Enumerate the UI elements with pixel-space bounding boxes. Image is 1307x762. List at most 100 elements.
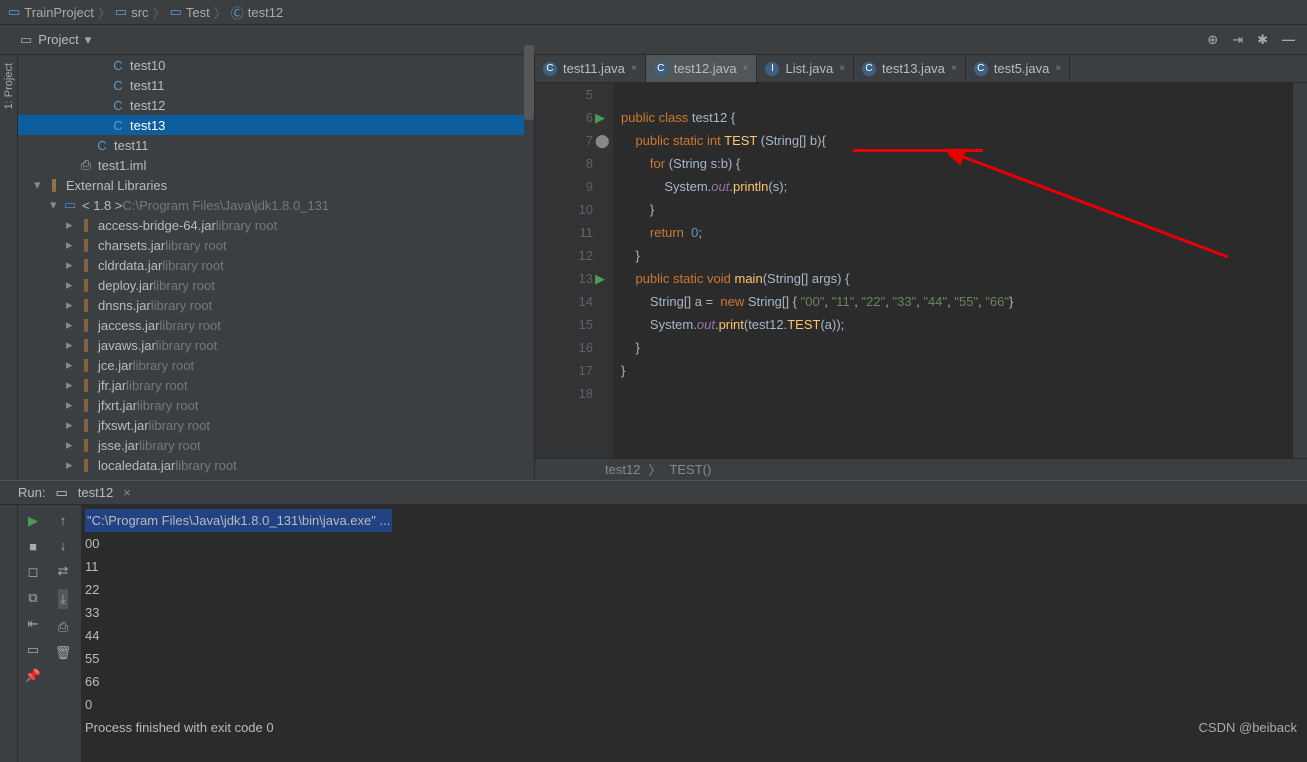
tree-item[interactable]: ▸∥localedata.jar library root bbox=[18, 455, 534, 475]
tree-arrow-icon[interactable]: ▸ bbox=[66, 377, 78, 393]
structure-crumbs: test12 〉 TEST() bbox=[535, 458, 1307, 480]
tree-item[interactable]: ▸∥jaccess.jar library root bbox=[18, 315, 534, 335]
tree-item-hint: library root bbox=[175, 458, 236, 473]
editor-tab[interactable]: Ctest11.java× bbox=[535, 55, 646, 82]
tree-item[interactable]: ▸∥jfxswt.jar library root bbox=[18, 415, 534, 435]
tab-label: List.java bbox=[785, 61, 833, 76]
scroll-icon[interactable]: ⤓ bbox=[58, 589, 68, 609]
tree-item[interactable]: Ctest10 bbox=[18, 55, 534, 75]
editor-tab[interactable]: Ctest12.java× bbox=[646, 55, 758, 82]
crumb[interactable]: test12 bbox=[248, 5, 283, 20]
tree-item-hint: library root bbox=[159, 318, 220, 333]
project-tree[interactable]: Ctest10Ctest11Ctest12Ctest13Ctest11⎙test… bbox=[18, 55, 535, 480]
camera-icon[interactable]: ◻ bbox=[28, 564, 39, 580]
editor-scrollbar[interactable] bbox=[1293, 83, 1307, 458]
tree-arrow-icon[interactable]: ▸ bbox=[66, 237, 78, 253]
crumb[interactable]: src bbox=[131, 5, 148, 20]
class-icon: Ⓒ bbox=[231, 3, 244, 22]
close-icon[interactable]: × bbox=[743, 63, 749, 74]
close-icon[interactable]: × bbox=[1055, 63, 1061, 74]
expand-icon[interactable]: ▭ bbox=[27, 642, 39, 658]
override-icon[interactable]: ⬤ bbox=[595, 129, 610, 152]
tree-arrow-icon[interactable]: ▸ bbox=[66, 457, 78, 473]
collapse-icon[interactable]: ⇥ bbox=[1232, 32, 1243, 48]
hide-icon[interactable]: — bbox=[1282, 32, 1295, 47]
rerun-icon[interactable]: ▶ bbox=[28, 513, 38, 529]
code-area[interactable]: 56▶7⬤8910111213▶1415161718 public class … bbox=[535, 83, 1307, 458]
tree-item[interactable]: Ctest11 bbox=[18, 135, 534, 155]
tree-item[interactable]: ▸∥dnsns.jar library root bbox=[18, 295, 534, 315]
close-icon[interactable]: × bbox=[123, 485, 131, 500]
crumb[interactable]: test12 bbox=[605, 462, 640, 477]
editor-tab[interactable]: IList.java× bbox=[757, 55, 854, 82]
tree-arrow-icon[interactable]: ▸ bbox=[66, 217, 78, 233]
console-line: 22 bbox=[81, 578, 1307, 601]
editor-tab[interactable]: Ctest5.java× bbox=[966, 55, 1071, 82]
tree-item[interactable]: Ctest12 bbox=[18, 95, 534, 115]
pin-icon[interactable]: 📌 bbox=[25, 668, 41, 684]
tree-item[interactable]: ⎙test1.iml bbox=[18, 155, 534, 175]
crumb[interactable]: Test bbox=[186, 5, 210, 20]
up-icon[interactable]: ↑ bbox=[60, 513, 67, 528]
tree-item[interactable]: ▸∥jfxrt.jar library root bbox=[18, 395, 534, 415]
code-body[interactable]: public class test12 { public static int … bbox=[613, 83, 1293, 458]
console[interactable]: "C:\Program Files\Java\jdk1.8.0_131\bin\… bbox=[81, 505, 1307, 762]
crumb[interactable]: TrainProject bbox=[24, 5, 94, 20]
run-line-icon[interactable]: ▶ bbox=[595, 106, 605, 129]
locate-icon[interactable]: ⊕ bbox=[1207, 32, 1218, 48]
tree-arrow-icon[interactable]: ▸ bbox=[66, 297, 78, 313]
file-icon: ∥ bbox=[78, 217, 94, 233]
tree-arrow-icon[interactable]: ▸ bbox=[66, 277, 78, 293]
project-toolbar: ▭ Project ▾ ⊕ ⇥ ✱ — bbox=[0, 25, 1307, 55]
close-icon[interactable]: × bbox=[839, 63, 845, 74]
exit-icon[interactable]: ⇤ bbox=[28, 616, 39, 632]
tree-item-label: jce.jar bbox=[98, 358, 133, 373]
tree-item[interactable]: Ctest13 bbox=[18, 115, 534, 135]
tree-item[interactable]: ▸∥charsets.jar library root bbox=[18, 235, 534, 255]
tree-item-label: External Libraries bbox=[66, 178, 167, 193]
tree-item[interactable]: ▸∥cldrdata.jar library root bbox=[18, 255, 534, 275]
tree-item[interactable]: ▸∥deploy.jar library root bbox=[18, 275, 534, 295]
file-icon: C bbox=[110, 58, 126, 73]
settings-icon[interactable]: ✱ bbox=[1257, 32, 1268, 48]
stop-icon[interactable]: ■ bbox=[29, 539, 37, 554]
tree-item[interactable]: ▸∥jsse.jar library root bbox=[18, 435, 534, 455]
tree-arrow-icon[interactable]: ▸ bbox=[66, 337, 78, 353]
crumb[interactable]: TEST() bbox=[669, 462, 711, 477]
dropdown-icon[interactable]: ▾ bbox=[85, 32, 92, 48]
tree-arrow-icon[interactable]: ▸ bbox=[66, 397, 78, 413]
tree-arrow-icon[interactable]: ▾ bbox=[34, 177, 46, 193]
tree-arrow-icon[interactable]: ▾ bbox=[50, 197, 62, 213]
tab-label: test12.java bbox=[674, 61, 737, 76]
close-icon[interactable]: × bbox=[631, 63, 637, 74]
breadcrumb: ▭ TrainProject〉 ▭ src〉 ▭ Test〉 Ⓒ test12 bbox=[0, 0, 1307, 25]
tree-arrow-icon[interactable]: ▸ bbox=[66, 417, 78, 433]
print-icon[interactable]: ⎙ bbox=[58, 619, 68, 635]
tree-item[interactable]: ▸∥jce.jar library root bbox=[18, 355, 534, 375]
tree-arrow-icon[interactable]: ▸ bbox=[66, 437, 78, 453]
left-gutter: 1: Project bbox=[0, 55, 18, 480]
layout-icon[interactable]: ⧉ bbox=[28, 590, 37, 606]
tab-label: test13.java bbox=[882, 61, 945, 76]
run-config-name[interactable]: test12 bbox=[78, 485, 113, 500]
tree-item[interactable]: ▾▭< 1.8 > C:\Program Files\Java\jdk1.8.0… bbox=[18, 195, 534, 215]
tree-arrow-icon[interactable]: ▸ bbox=[66, 317, 78, 333]
annotation-arrow bbox=[948, 147, 1248, 267]
tree-scrollbar[interactable] bbox=[524, 45, 534, 455]
tree-item[interactable]: ▸∥javaws.jar library root bbox=[18, 335, 534, 355]
wrap-icon[interactable]: ⇄ bbox=[58, 563, 69, 579]
sidebar-tab-project[interactable]: 1: Project bbox=[3, 63, 15, 109]
run-line-icon[interactable]: ▶ bbox=[595, 267, 605, 290]
editor-tab[interactable]: Ctest13.java× bbox=[854, 55, 966, 82]
tree-item[interactable]: ▸∥access-bridge-64.jar library root bbox=[18, 215, 534, 235]
tree-item[interactable]: Ctest11 bbox=[18, 75, 534, 95]
close-icon[interactable]: × bbox=[951, 63, 957, 74]
trash-icon[interactable]: 🗑 bbox=[55, 645, 72, 661]
tree-arrow-icon[interactable]: ▸ bbox=[66, 257, 78, 273]
tree-item[interactable]: ▾∥External Libraries bbox=[18, 175, 534, 195]
tree-item[interactable]: ▸∥jfr.jar library root bbox=[18, 375, 534, 395]
tree-arrow-icon[interactable]: ▸ bbox=[66, 357, 78, 373]
run-gutter bbox=[0, 505, 18, 762]
down-icon[interactable]: ↓ bbox=[60, 538, 67, 553]
project-view-label[interactable]: Project bbox=[38, 32, 78, 47]
